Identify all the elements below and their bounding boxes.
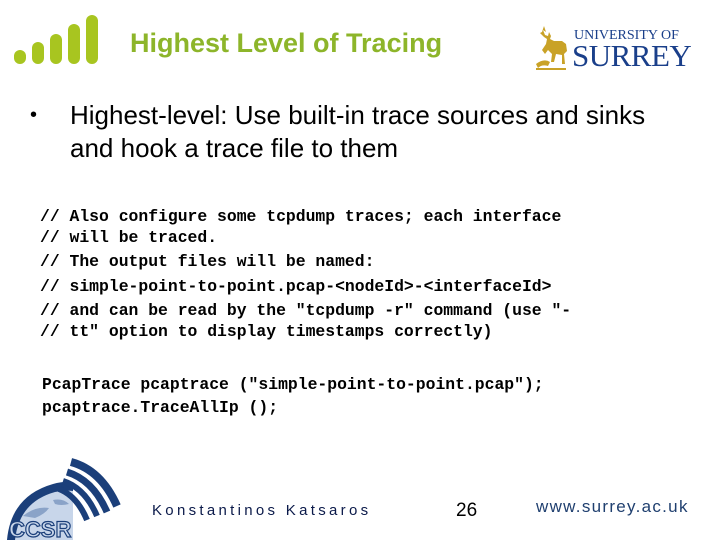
bullet-point: • Highest-level: Use built-in trace sour… [30,99,690,165]
surrey-text: SURREY [572,38,692,73]
comment-line: // Also configure some tcpdump traces; e… [40,207,562,226]
signal-bar-3 [50,34,62,64]
signal-bar-4 [68,24,80,64]
code-line: PcapTrace pcaptrace ("simple-point-to-po… [42,375,544,394]
university-of-surrey-logo: UNIVERSITY OF SURREY [534,24,704,74]
page-number: 26 [456,500,478,521]
bullet-dot-icon: • [30,104,38,126]
stag-icon [536,26,567,70]
code-comments-block: // Also configure some tcpdump traces; e… [40,207,571,342]
signal-bar-2 [32,42,44,64]
code-statements-block: PcapTrace pcaptrace ("simple-point-to-po… [42,373,544,419]
comment-line: // and can be read by the "tcpdump -r" c… [40,301,572,320]
signal-bar-5 [86,15,98,64]
comment-line: // tt" option to display timestamps corr… [40,321,493,341]
comment-line: // simple-point-to-point.pcap-<nodeId>-<… [40,276,552,296]
slide-title: Highest Level of Tracing [130,28,443,58]
signal-bars-logo-icon [14,15,98,64]
author-name: Konstantinos Katsaros [152,502,372,519]
bullet-text: Highest-level: Use built-in trace source… [70,100,646,163]
university-url: www.surrey.ac.uk [536,497,689,516]
ccsr-logo-icon: CCSR [7,458,121,540]
ccsr-text: CCSR [9,517,71,540]
comment-line: // will be traced. [40,227,218,247]
code-line: pcaptrace.TraceAllIp (); [42,398,279,417]
comment-line: // The output files will be named: [40,252,375,271]
signal-bar-1 [14,50,26,64]
